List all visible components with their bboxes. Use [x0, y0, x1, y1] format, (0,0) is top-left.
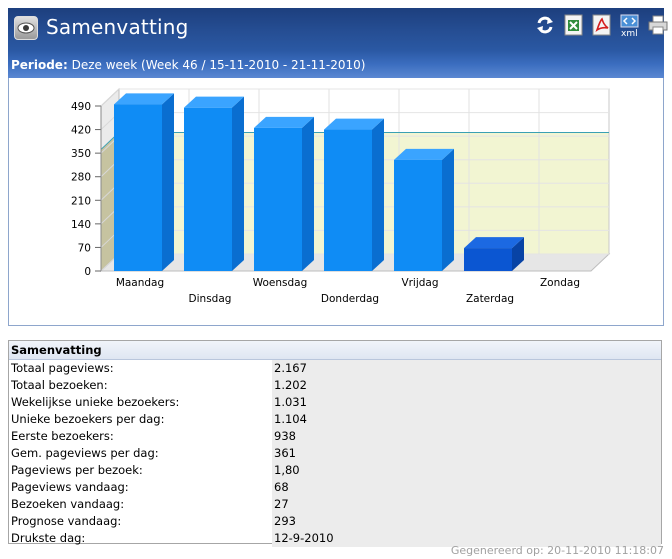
x-tick-label: Vrijdag: [401, 277, 438, 289]
period-bar: Periode: Deze week (Week 46 / 15-11-2010…: [8, 50, 664, 78]
header-bar: Samenvatting xml: [8, 8, 668, 50]
table-row: Pageviews per bezoek: 1,80: [9, 462, 661, 479]
svg-text:xml: xml: [621, 29, 638, 38]
x-tick-label: Zondag: [540, 277, 580, 289]
generated-timestamp: Gegenereerd op: 20-11-2010 11:18:07: [450, 544, 664, 557]
bar: [394, 159, 442, 271]
x-tick-label: Donderdag: [321, 293, 379, 305]
row-label: Eerste bezoekers:: [11, 429, 114, 443]
row-value: 27: [272, 496, 661, 513]
row-value: 1.104: [272, 411, 661, 428]
print-button[interactable]: [648, 14, 670, 40]
table-row: Totaal pageviews: 2.167: [9, 360, 661, 377]
row-label: Unieke bezoekers per dag:: [11, 412, 165, 426]
y-tick-label: 490: [71, 101, 91, 113]
row-label: Wekelijkse unieke bezoekers:: [11, 395, 180, 409]
bar-side: [232, 96, 244, 271]
table-row: Bezoeken vandaag: 27: [9, 496, 661, 513]
y-tick-label: 70: [78, 242, 91, 254]
x-tick-label: Woensdag: [253, 277, 308, 289]
period-text: Periode: Deze week (Week 46 / 15-11-2010…: [11, 58, 365, 72]
app-eye-icon: [14, 16, 38, 40]
bar-side: [372, 118, 384, 271]
bar-side: [302, 116, 314, 271]
row-label: Drukste dag:: [11, 531, 86, 545]
x-tick-label: Maandag: [116, 277, 164, 289]
table-row: Pageviews vandaag: 68: [9, 479, 661, 496]
table-row: Prognose vandaag: 293: [9, 513, 661, 530]
y-tick-label: 0: [84, 266, 91, 278]
row-value: 1.202: [272, 377, 661, 394]
refresh-icon: [537, 16, 553, 34]
xml-export-button[interactable]: xml: [620, 14, 642, 40]
visits-bar-chart: 0 70 140 210 280 350 420 490 Maandag Dinsdag Woens…: [71, 87, 611, 305]
x-tick-label: Zaterdag: [466, 293, 514, 305]
bar: [254, 127, 302, 271]
bar: [324, 129, 372, 271]
y-tick-label: 420: [71, 125, 91, 137]
table-row: Wekelijkse unieke bezoekers: 1.031: [9, 394, 661, 411]
y-tick-label: 210: [71, 195, 91, 207]
pdf-export-button[interactable]: [592, 14, 614, 40]
row-value: 1.031: [272, 394, 661, 411]
y-tick-label: 140: [71, 219, 91, 231]
bar-side: [162, 93, 174, 271]
row-value: 293: [272, 513, 661, 530]
row-value: 938: [272, 428, 661, 445]
excel-export-button[interactable]: [564, 14, 586, 40]
row-label: Bezoeken vandaag:: [11, 497, 125, 511]
pdf-export-icon: [592, 14, 611, 36]
summary-heading: Samenvatting: [9, 341, 661, 360]
row-label: Pageviews vandaag:: [11, 480, 129, 494]
row-label: Totaal bezoeken:: [11, 378, 108, 392]
bar: [114, 104, 162, 271]
table-row: Eerste bezoekers: 938: [9, 428, 661, 445]
table-row: Unieke bezoekers per dag: 1.104: [9, 411, 661, 428]
y-tick-label: 350: [71, 148, 91, 160]
row-label: Totaal pageviews:: [11, 361, 114, 375]
bar: [184, 107, 232, 271]
table-row: Totaal bezoeken: 1.202: [9, 377, 661, 394]
row-label: Pageviews per bezoek:: [11, 463, 143, 477]
row-value: 1,80: [272, 462, 661, 479]
x-tick-label: Dinsdag: [189, 293, 232, 305]
row-label: Prognose vandaag:: [11, 514, 122, 528]
row-value: 2.167: [272, 360, 661, 377]
period-value: Deze week (Week 46 / 15-11-2010 - 21-11-…: [71, 58, 366, 72]
period-label: Periode:: [11, 58, 68, 72]
table-row: Gem. pageviews per dag: 361: [9, 445, 661, 462]
bar-side: [442, 148, 454, 271]
chart-panel: 0 70 140 210 280 350 420 490 Maandag Dinsdag Woens…: [8, 78, 664, 326]
print-icon: [648, 15, 668, 35]
summary-table: Samenvatting Totaal pageviews: 2.167 Totaa…: [8, 340, 662, 547]
refresh-button[interactable]: [534, 14, 556, 40]
page-title: Samenvatting: [46, 15, 189, 39]
excel-export-icon: [564, 14, 583, 36]
row-value: 68: [272, 479, 661, 496]
row-label: Gem. pageviews per dag:: [11, 446, 159, 460]
bar: [464, 248, 512, 271]
xml-export-icon: xml: [620, 14, 639, 39]
row-value: 361: [272, 445, 661, 462]
y-tick-label: 280: [71, 172, 91, 184]
